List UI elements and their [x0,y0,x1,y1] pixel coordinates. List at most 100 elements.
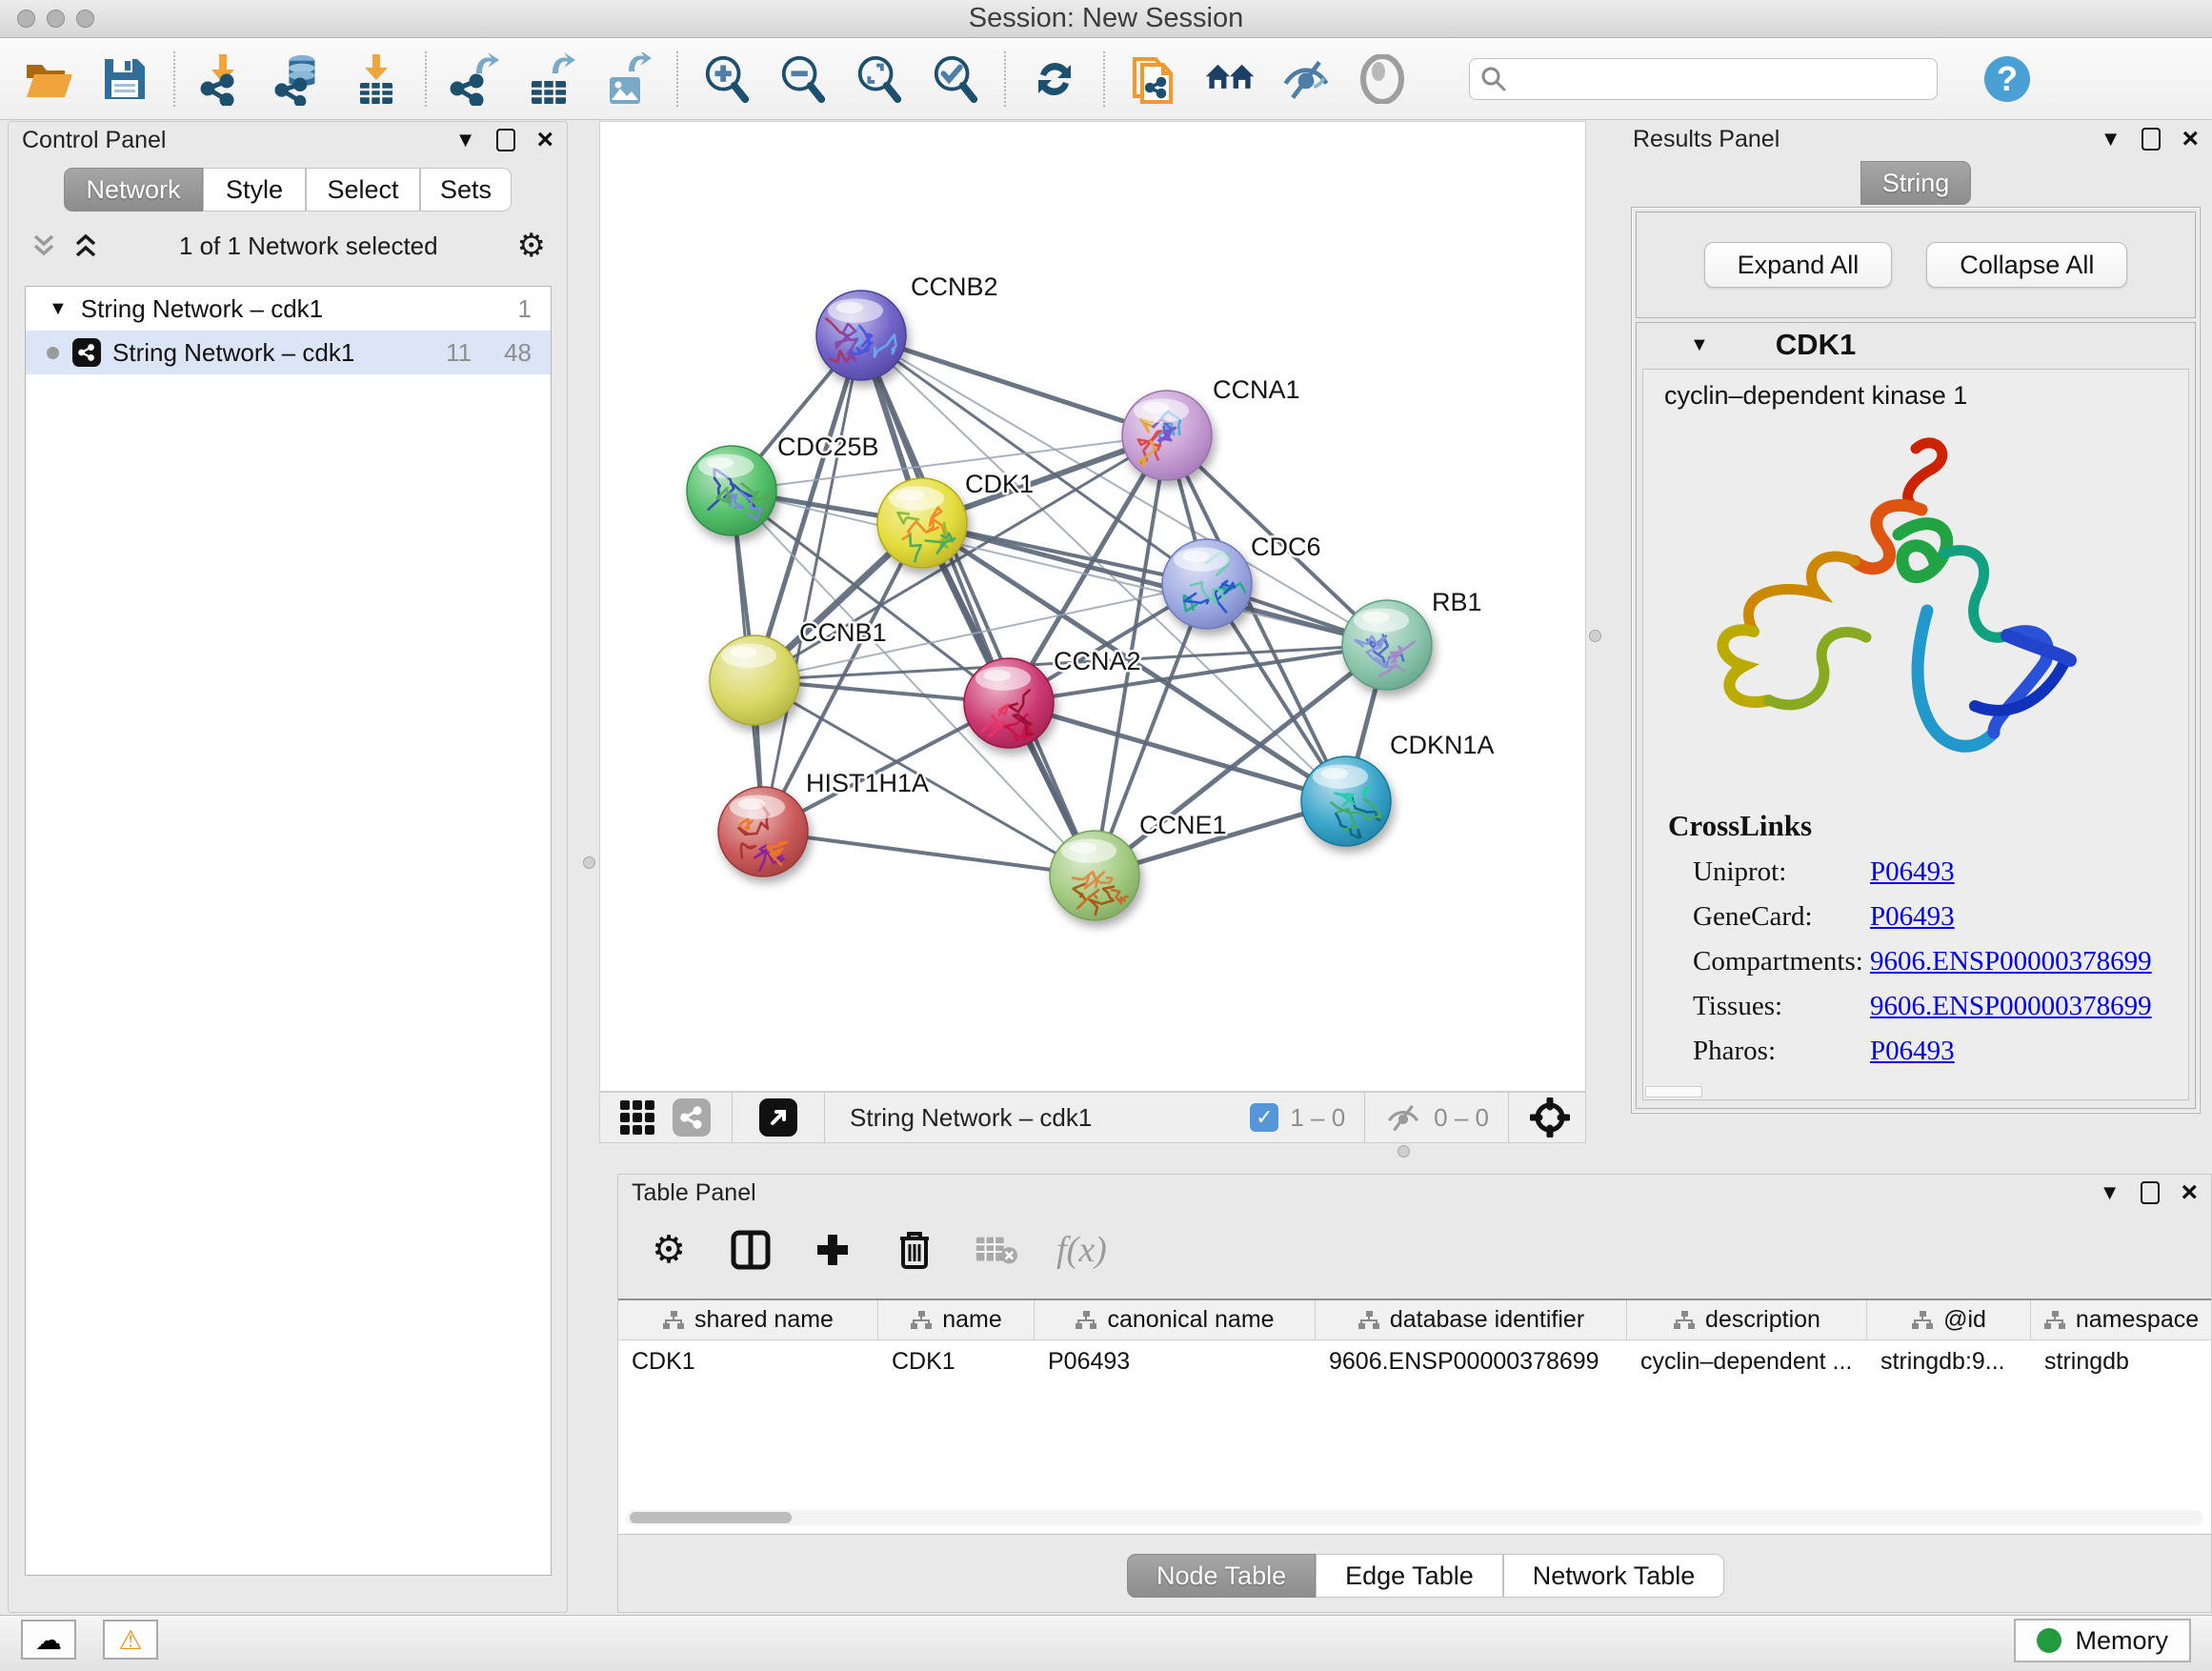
crosslink-link[interactable]: 9606.ENSP00000378699 [1870,946,2152,977]
table-panel-collapse-icon[interactable]: ▼ [2100,1182,2121,1203]
home-networks-button[interactable] [1204,53,1256,105]
network-options-gear-icon[interactable]: ⚙ [517,227,546,265]
network-node-hist1h1a[interactable] [718,787,808,882]
scrollbar-thumb[interactable] [630,1512,792,1523]
right-splitter-handle[interactable] [1589,630,1601,642]
share-network-button[interactable] [673,1098,711,1137]
birds-eye-view-button[interactable] [1528,1096,1572,1139]
export-table-button[interactable] [526,53,577,105]
show-columns-button[interactable] [729,1228,773,1272]
table-horizontal-scrollbar[interactable] [626,1510,2203,1525]
column-header-shared-name[interactable]: shared name [618,1300,878,1339]
import-table-file-button[interactable] [351,53,402,105]
table-cell[interactable]: cyclin–dependent ... [1627,1340,1867,1382]
cloud-status-button[interactable]: ☁ [21,1620,76,1660]
network-node-cdc6[interactable] [1162,539,1257,629]
crosslink-link[interactable]: P06493 [1870,1036,1955,1067]
network-collection-row[interactable]: ▼ String Network – cdk1 1 [26,287,551,331]
column-header-canonical-name[interactable]: canonical name [1035,1300,1316,1339]
open-session-button[interactable] [23,53,74,105]
hide-details-button[interactable] [1280,53,1332,105]
gene-expander-icon[interactable]: ▼ [1690,334,1709,356]
grid-view-button[interactable] [615,1096,659,1139]
expand-all-button[interactable]: Expand All [1704,242,1893,288]
apply-layout-button[interactable] [1029,53,1080,105]
network-view-canvas[interactable]: CCNB2CCNA1CDC25BCDK1CDC6RB1CCNB1CCNA2CDK… [599,121,1586,1092]
column-header-database-identifier[interactable]: database identifier [1316,1300,1627,1339]
network-node-cdk1[interactable] [877,478,967,568]
crosslink-link[interactable]: P06493 [1870,901,1955,933]
bottom-splitter-handle[interactable] [1398,1145,1410,1158]
show-details-button[interactable] [1357,53,1408,105]
selected-checkbox-icon[interactable]: ✓ [1250,1103,1278,1132]
collapse-all-chevron-icon[interactable] [71,232,100,259]
zoom-selected-button[interactable] [930,53,981,105]
left-splitter-handle[interactable] [583,856,595,869]
table-cell[interactable]: 9606.ENSP00000378699 [1316,1340,1627,1382]
network-node-ccnb2[interactable] [816,291,906,381]
network-node-ccna1[interactable] [1122,391,1212,480]
results-panel-collapse-icon[interactable]: ▼ [2101,129,2122,150]
crosslink-link[interactable]: P06493 [1870,856,1955,888]
network-node-rb1[interactable] [1342,600,1432,690]
open-in-window-button[interactable] [759,1098,797,1137]
control-panel-float-icon[interactable] [496,129,515,151]
zoom-out-button[interactable] [777,53,829,105]
export-network-button[interactable] [450,53,501,105]
tab-select[interactable]: Select [306,168,420,211]
import-public-network-button[interactable] [1128,53,1179,105]
save-session-button[interactable] [99,53,151,105]
help-button[interactable]: ? [1981,53,2033,105]
create-column-button[interactable] [811,1228,855,1272]
network-node-ccna2[interactable] [964,658,1054,748]
export-image-button[interactable] [602,53,654,105]
network-node-ccne1[interactable] [1050,831,1139,920]
tab-network-table[interactable]: Network Table [1503,1554,1725,1598]
network-row[interactable]: String Network – cdk1 11 48 [26,331,551,374]
search-box[interactable] [1469,58,1938,100]
column-header-name[interactable]: name [878,1300,1035,1339]
zoom-in-button[interactable] [701,53,753,105]
table-cell[interactable]: stringdb:9... [1867,1340,2031,1382]
network-node-ccnb1[interactable] [710,635,799,725]
string-network-graph[interactable]: CCNB2CCNA1CDC25BCDK1CDC6RB1CCNB1CCNA2CDK… [600,122,1585,1091]
zoom-fit-button[interactable] [854,53,905,105]
collapse-all-button[interactable]: Collapse All [1926,242,2127,288]
table-panel-float-icon[interactable] [2141,1181,2160,1204]
tab-string-results[interactable]: String [1860,161,1971,205]
tree-expander-icon[interactable]: ▼ [49,298,68,320]
tab-sets[interactable]: Sets [420,168,512,211]
control-panel-close-icon[interactable]: × [536,126,553,154]
column-header-namespace[interactable]: namespace [2031,1300,2212,1339]
results-panel-float-icon[interactable] [2142,128,2161,151]
import-network-database-button[interactable] [274,53,326,105]
control-panel-collapse-icon[interactable]: ▼ [455,130,476,151]
warnings-button[interactable]: ⚠ [103,1620,158,1660]
column-header-description[interactable]: description [1627,1300,1867,1339]
table-cell[interactable]: CDK1 [878,1340,1035,1382]
table-panel-close-icon[interactable]: × [2181,1178,2198,1207]
import-network-file-button[interactable] [198,53,250,105]
tab-node-table[interactable]: Node Table [1127,1554,1316,1598]
memory-button[interactable]: Memory [2014,1619,2191,1662]
tab-network[interactable]: Network [64,168,203,211]
table-cell[interactable]: P06493 [1035,1340,1316,1382]
tab-style[interactable]: Style [203,168,306,211]
results-scrollbar-stub[interactable] [1645,1086,1702,1097]
table-cell[interactable]: CDK1 [618,1340,878,1382]
node-table[interactable]: shared namenamecanonical namedatabase id… [618,1299,2211,1535]
table-row[interactable]: CDK1CDK1P064939606.ENSP00000378699cyclin… [618,1340,2211,1382]
tab-edge-table[interactable]: Edge Table [1316,1554,1503,1598]
expand-all-chevron-icon[interactable] [30,232,58,259]
table-cell[interactable]: stringdb [2031,1340,2212,1382]
table-settings-gear-icon[interactable]: ⚙ [647,1228,691,1272]
gene-section-header[interactable]: ▼ CDK1 [1637,323,2195,367]
crosslink-link[interactable]: 9606.ENSP00000378699 [1870,991,2152,1022]
search-input[interactable] [1508,64,1918,93]
delete-column-button[interactable] [893,1228,936,1272]
column-header--id[interactable]: @id [1867,1300,2031,1339]
results-panel-close-icon[interactable]: × [2182,125,2199,153]
network-node-cdc25b[interactable] [687,446,778,535]
columns-icon [731,1230,771,1270]
network-node-cdkn1a[interactable] [1301,756,1391,852]
